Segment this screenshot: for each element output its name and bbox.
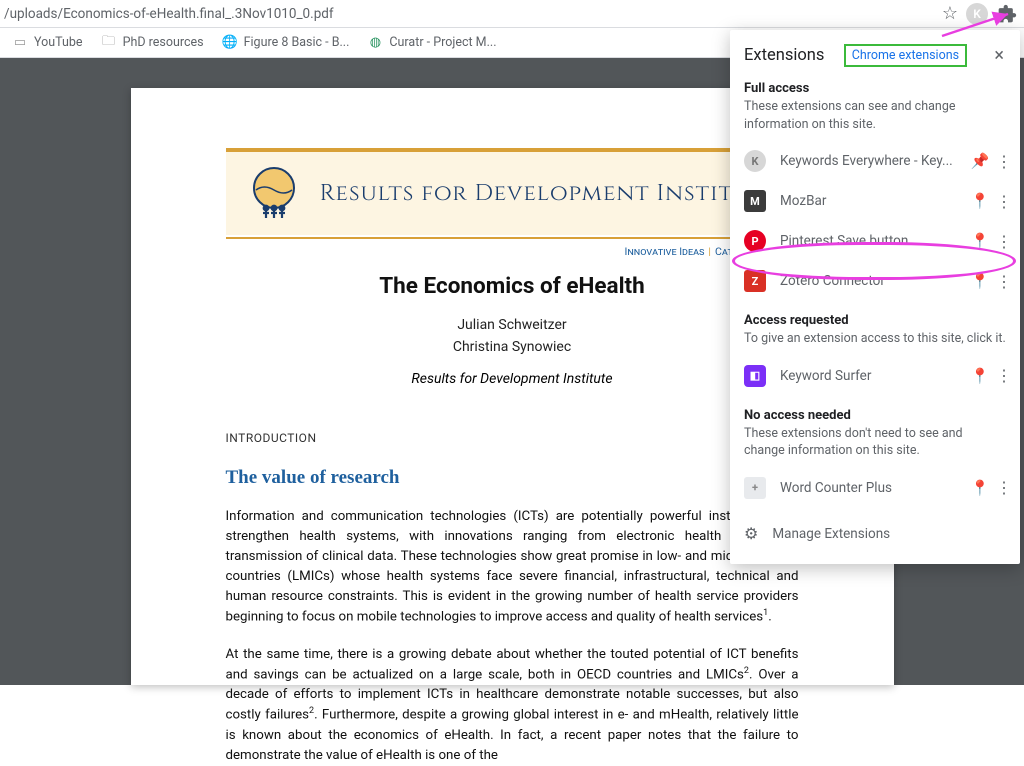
extension-name: Keywords Everywhere - Key... — [780, 153, 966, 169]
authors: Julian Schweitzer Christina Synowiec — [226, 317, 799, 355]
section-desc-none: These extensions don't need to see and c… — [730, 425, 1020, 468]
author-name: Julian Schweitzer — [226, 317, 799, 333]
extension-icon: + — [744, 477, 766, 499]
url-text: /uploads/Economics-of-eHealth.final_.3No… — [4, 6, 942, 22]
pin-icon[interactable]: 📍 — [966, 192, 994, 210]
pin-icon[interactable]: 📌 — [966, 152, 994, 170]
section-label-full: Full access — [730, 75, 1020, 98]
affiliation: Results for Development Institute — [226, 371, 799, 387]
address-bar: /uploads/Economics-of-eHealth.final_.3No… — [0, 0, 1024, 28]
manage-extensions[interactable]: ⚙ Manage Extensions — [730, 514, 1020, 554]
extension-row[interactable]: ◧ Keyword Surfer 📍 ⋮ — [730, 356, 1020, 396]
extension-name: MozBar — [780, 193, 966, 209]
section-desc-requested: To give an extension access to this site… — [730, 330, 1020, 356]
banner-title: Results for Development Institute — [320, 178, 778, 209]
chrome-extensions-link[interactable]: Chrome extensions — [844, 44, 967, 67]
extension-name: Pinterest Save button — [780, 233, 966, 249]
extension-row[interactable]: + Word Counter Plus 📍 ⋮ — [730, 468, 1020, 508]
body-paragraph: Information and communication technologi… — [226, 507, 799, 627]
extension-icon: M — [744, 190, 766, 212]
bookmark-item[interactable]: 🗀 PhD resources — [95, 33, 210, 53]
youtube-icon: ▭ — [12, 35, 28, 51]
org-logo-icon — [246, 166, 302, 222]
curatr-icon: ◍ — [367, 35, 383, 51]
bookmark-item[interactable]: ▭ YouTube — [6, 33, 89, 53]
close-icon[interactable]: × — [986, 45, 1008, 66]
body-paragraph: At the same time, there is a growing deb… — [226, 645, 799, 765]
pin-icon[interactable]: 📍 — [966, 367, 994, 385]
org-banner: Results for Development Institute Innova… — [226, 148, 799, 235]
author-name: Christina Synowiec — [226, 339, 799, 355]
document-title: The Economics of eHealth — [226, 273, 799, 299]
more-icon[interactable]: ⋮ — [994, 272, 1014, 291]
bookmark-label: Curatr - Project M... — [389, 35, 496, 50]
more-icon[interactable]: ⋮ — [994, 152, 1014, 171]
extension-name: Word Counter Plus — [780, 480, 966, 496]
bookmark-label: PhD resources — [123, 35, 204, 50]
bookmark-item[interactable]: ◍ Curatr - Project M... — [361, 33, 502, 53]
extension-row[interactable]: M MozBar 📍 ⋮ — [730, 181, 1020, 221]
extension-row[interactable]: P Pinterest Save button 📍 ⋮ — [730, 221, 1020, 261]
section-desc-full: These extensions can see and change info… — [730, 98, 1020, 141]
extension-icon: K — [744, 150, 766, 172]
more-icon[interactable]: ⋮ — [994, 478, 1014, 497]
extension-icon: ◧ — [744, 365, 766, 387]
section-label-none: No access needed — [730, 402, 1020, 425]
section-heading: The value of research — [226, 467, 799, 489]
extensions-panel: Extensions Chrome extensions × Full acce… — [730, 30, 1020, 564]
more-icon[interactable]: ⋮ — [994, 192, 1014, 211]
section-label-requested: Access requested — [730, 307, 1020, 330]
more-icon[interactable]: ⋮ — [994, 232, 1014, 251]
gear-icon: ⚙ — [744, 524, 758, 543]
manage-label: Manage Extensions — [772, 526, 890, 542]
more-icon[interactable]: ⋮ — [994, 366, 1014, 385]
extension-row-zotero[interactable]: Z Zotero Connector 📍 ⋮ — [730, 261, 1020, 301]
extension-row[interactable]: K Keywords Everywhere - Key... 📌 ⋮ — [730, 141, 1020, 181]
pin-icon[interactable]: 📍 — [966, 479, 994, 497]
extension-icon: P — [744, 230, 766, 252]
extensions-panel-title: Extensions — [744, 46, 824, 65]
extension-icon: Z — [744, 270, 766, 292]
pin-icon[interactable]: 📍 — [966, 232, 994, 250]
pin-icon[interactable]: 📍 — [966, 272, 994, 290]
bookmark-label: YouTube — [34, 35, 83, 50]
intro-label: INTRODUCTION — [226, 431, 799, 445]
bookmark-label: Figure 8 Basic - B... — [244, 35, 350, 50]
extension-name: Zotero Connector — [780, 273, 966, 289]
annotation-arrow — [938, 8, 1024, 40]
bookmark-item[interactable]: 🌐 Figure 8 Basic - B... — [216, 33, 356, 53]
extension-name: Keyword Surfer — [780, 368, 966, 384]
globe-icon: 🌐 — [222, 35, 238, 51]
folder-icon: 🗀 — [101, 35, 117, 51]
